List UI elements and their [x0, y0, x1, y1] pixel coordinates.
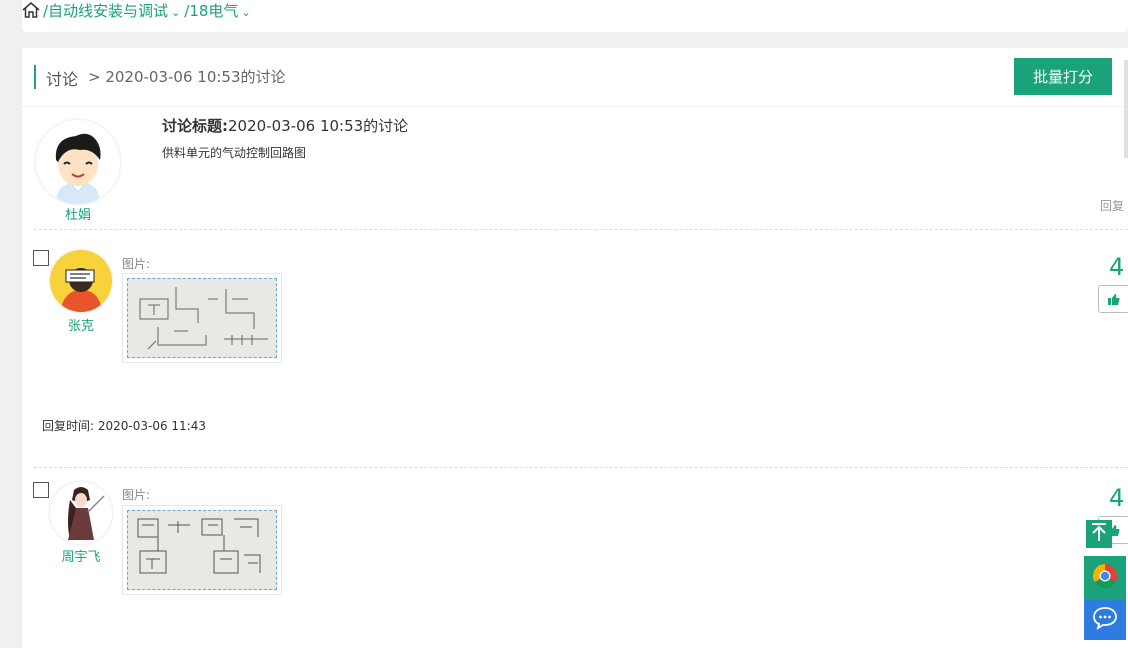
breadcrumb: /自动线安装与调试 ⌄ /18电气 ⌄: [22, 0, 251, 20]
reply-checkbox[interactable]: [33, 482, 49, 498]
chevron-down-icon: ⌄: [171, 5, 181, 19]
reply-score: 4: [1109, 253, 1125, 281]
chrome-icon: [1092, 563, 1118, 593]
reply-link[interactable]: 回复: [1100, 197, 1124, 214]
topic-title-label: 讨论标题:: [162, 117, 228, 135]
breadcrumb-course[interactable]: /自动线安装与调试 ⌄: [43, 0, 180, 21]
page-title: 讨论: [46, 70, 79, 89]
divider: [34, 467, 1128, 468]
breadcrumb-class[interactable]: /18电气 ⌄: [184, 0, 250, 21]
page-subtitle: > 2020-03-06 10:53的讨论: [88, 68, 286, 86]
sketch-image: [127, 510, 277, 590]
like-button[interactable]: [1098, 285, 1128, 313]
title-accent-bar: [34, 65, 36, 89]
back-to-top-icon: [1090, 522, 1108, 546]
reply-image[interactable]: [122, 505, 282, 595]
back-to-top-button[interactable]: [1086, 520, 1112, 548]
topic-title: 讨论标题:2020-03-06 10:53的讨论: [162, 115, 408, 136]
home-icon[interactable]: [22, 2, 40, 18]
thumbs-up-icon: [1108, 290, 1120, 309]
batch-grade-button[interactable]: 批量打分: [1014, 58, 1112, 95]
panel-header: 讨论 > 2020-03-06 10:53的讨论 批量打分: [22, 48, 1128, 107]
divider: [34, 229, 1128, 230]
reply-author-name[interactable]: 张克: [56, 315, 106, 334]
topic-body: 供料单元的气动控制回路图: [162, 146, 307, 160]
image-label: 图片:: [122, 488, 151, 502]
chevron-down-icon: ⌄: [241, 5, 251, 19]
avatar: [50, 482, 112, 544]
image-label: 图片:: [122, 257, 151, 271]
reply-time: 回复时间: 2020-03-06 11:43: [42, 419, 206, 433]
topic-title-value: 2020-03-06 10:53的讨论: [228, 117, 409, 135]
reply-image[interactable]: [122, 273, 282, 363]
sketch-image: [127, 278, 277, 358]
chat-icon: [1092, 606, 1118, 634]
reply-author-name[interactable]: 周宇飞: [53, 546, 109, 565]
avatar: [36, 120, 120, 204]
topic-author-name[interactable]: 杜娟: [52, 204, 104, 223]
avatar: [50, 250, 112, 312]
chat-button[interactable]: [1084, 600, 1126, 640]
browser-tip-button[interactable]: [1084, 556, 1126, 600]
reply-score: 4: [1109, 484, 1125, 512]
scrollbar[interactable]: [1124, 60, 1128, 158]
reply-checkbox[interactable]: [33, 250, 49, 266]
discussion-panel: 讨论 > 2020-03-06 10:53的讨论 批量打分 杜娟 讨论标题:20…: [22, 48, 1128, 648]
